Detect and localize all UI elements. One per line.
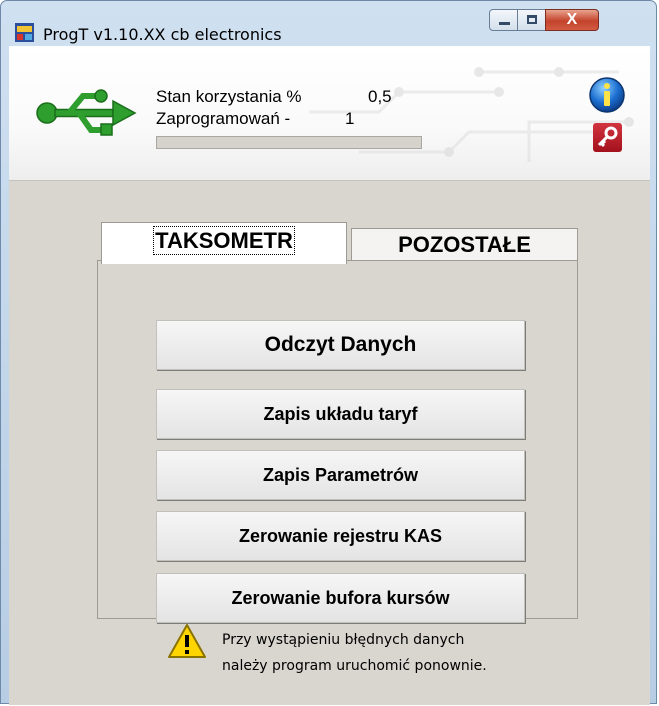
write-parameters-button[interactable]: Zapis Parametrów [156, 450, 525, 500]
tab-pozostale[interactable]: POZOSTAŁE [351, 228, 578, 262]
app-window: ProgT v1.10.XX cb electronics X Stan kor… [0, 0, 657, 705]
usage-value: 0,5 [368, 87, 392, 106]
usb-icon [36, 89, 137, 136]
close-button[interactable]: X [545, 9, 599, 31]
tab-taksometr-label: TAKSOMETR [153, 226, 295, 255]
minimize-icon [499, 22, 510, 25]
warning-icon [168, 624, 206, 658]
minimize-button[interactable] [489, 9, 518, 31]
info-button[interactable] [588, 76, 626, 114]
info-icon [604, 83, 610, 106]
status-header: Stan korzystania % 0,5 Zaprogramowań - 1 [9, 46, 650, 181]
programmed-value: 1 [345, 109, 355, 128]
tab-taksometr[interactable]: TAKSOMETR [101, 222, 347, 264]
license-key-button[interactable] [593, 123, 622, 152]
warning-line-2: należy program uruchomić ponownie. [222, 658, 487, 674]
read-data-button[interactable]: Odczyt Danych [156, 320, 525, 370]
close-icon: X [566, 11, 578, 28]
client-area: Stan korzystania % 0,5 Zaprogramowań - 1 [9, 46, 650, 705]
tab-pozostale-label: POZOSTAŁE [398, 232, 531, 257]
reset-course-buffer-button[interactable]: Zerowanie bufora kursów [156, 573, 525, 623]
maximize-button[interactable] [517, 9, 546, 31]
programmed-label: Zaprogramowań - [156, 109, 291, 128]
title-bar[interactable]: ProgT v1.10.XX cb electronics X [1, 1, 656, 45]
tab-panel-taksometr: Odczyt Danych Zapis układu taryf Zapis P… [97, 260, 578, 623]
write-tariff-layout-button[interactable]: Zapis układu taryf [156, 389, 525, 439]
app-icon [15, 23, 34, 42]
usage-label: Stan korzystania % [156, 87, 302, 106]
usage-progress-bar [156, 136, 422, 149]
warning-line-1: Przy wystąpieniu błędnych danych [222, 632, 465, 648]
reset-kas-register-button[interactable]: Zerowanie rejestru KAS [156, 511, 525, 561]
maximize-icon [527, 15, 537, 24]
key-icon [597, 126, 618, 148]
window-title: ProgT v1.10.XX cb electronics [43, 25, 282, 44]
